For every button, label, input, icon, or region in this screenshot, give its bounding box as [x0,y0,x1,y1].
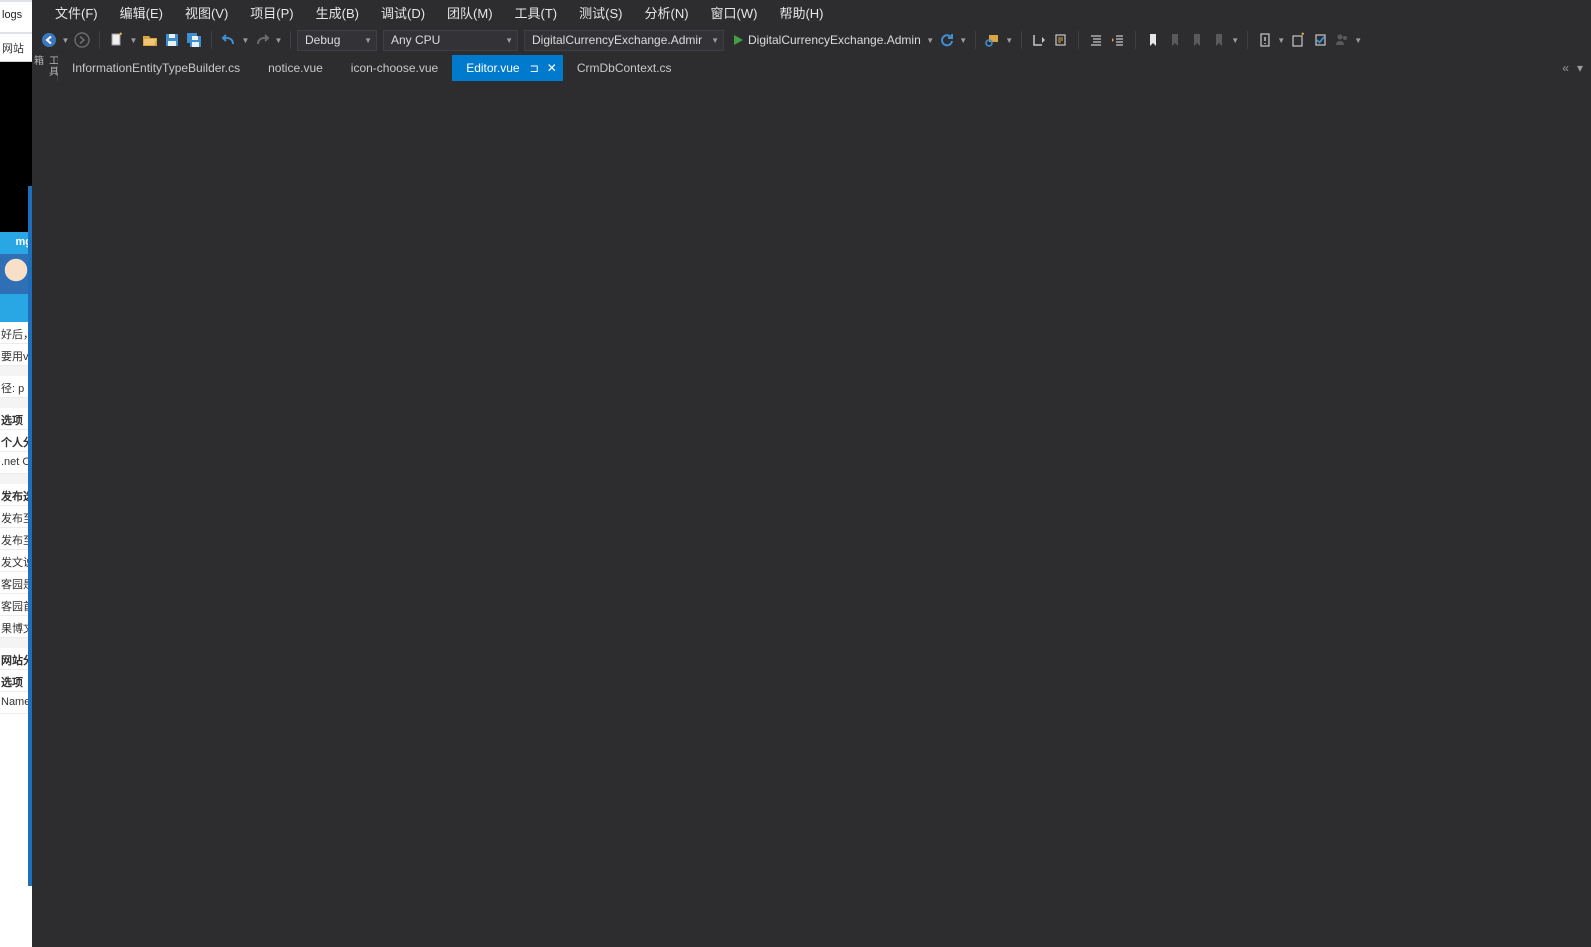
undo-icon[interactable] [218,29,240,51]
chevron-down-icon: ▼ [364,35,372,45]
toolbar-separator [290,31,291,49]
menu-project[interactable]: 项目(P) [239,1,304,24]
menu-tools[interactable]: 工具(T) [504,1,569,24]
startup-project-select[interactable]: DigitalCurrencyExchange.Admir ▼ [524,29,724,51]
toolbar-separator [1077,31,1079,49]
document-tabstrip: 工具箱 InformationEntityTypeBuilder.cs notic… [32,55,1591,81]
start-dropdown-icon[interactable]: ▼ [925,29,936,51]
error-list-dropdown-icon[interactable]: ▼ [1276,29,1287,51]
new-item-icon[interactable] [1287,29,1309,51]
attach-to-process-icon[interactable] [982,29,1004,51]
bookmarks-dropdown-icon[interactable]: ▼ [1230,29,1241,51]
toolbar-separator [1134,31,1136,49]
menu-file[interactable]: 文件(F) [44,1,109,24]
startup-project-value: DigitalCurrencyExchange.Admir [532,33,703,47]
document-tab-crmdbcontext-cs[interactable]: CrmDbContext.cs [562,55,686,81]
menu-build[interactable]: 生成(B) [305,1,370,24]
back-dropdown-icon[interactable]: ▼ [60,29,71,51]
save-all-icon[interactable] [183,29,205,51]
tab-label: icon-choose.vue [350,61,439,75]
toolbar-separator [1020,31,1022,49]
toolbar-separator [974,31,976,49]
background-browser-tab[interactable]: logs [0,2,32,32]
open-file-icon[interactable] [139,29,161,51]
menu-view[interactable]: 视图(V) [174,1,239,24]
attach-dropdown-icon[interactable]: ▼ [1004,29,1015,51]
undo-dropdown-icon[interactable]: ▼ [240,29,251,51]
chevron-down-icon: ▼ [505,35,513,45]
start-debugging-label: DigitalCurrencyExchange.Admin [748,33,921,47]
menu-bar: 文件(F) 编辑(E) 视图(V) 项目(P) 生成(B) 调试(D) 团队(M) 工具(T)… [32,0,1591,25]
refresh-icon[interactable] [936,29,958,51]
vs-shell: 文件(F) 编辑(E) 视图(V) 项目(P) 生成(B) 调试(D) 团队(M) 工具(T)… [32,0,1591,947]
menu-team[interactable]: 团队(M) [436,1,504,24]
previous-bookmark-icon [1164,29,1186,51]
tab-label: notice.vue [268,61,323,75]
toolbar-separator [1246,31,1248,49]
tab-label: CrmDbContext.cs [576,61,672,75]
play-icon [734,35,743,45]
solution-configuration-value: Debug [305,33,341,47]
bookmark-icon[interactable] [1142,29,1164,51]
tabstrip-controls: « ▾ [1554,55,1591,81]
background-browser-address[interactable]: 网站 [0,34,32,62]
navigate-forward-icon [71,29,93,51]
document-tab-informationentitytypebuilder-cs[interactable]: InformationEntityTypeBuilder.cs [58,55,255,81]
tab-label: InformationEntityTypeBuilder.cs [72,61,241,75]
step-into-icon[interactable] [1028,29,1050,51]
menu-help[interactable]: 帮助(H) [768,1,834,24]
background-browser-tabstrip: logs [0,0,32,34]
menu-analyze[interactable]: 分析(N) [633,1,699,24]
new-project-dropdown-icon[interactable]: ▼ [128,29,139,51]
tab-dropdown-icon[interactable]: ▾ [1577,61,1583,75]
toolbar-separator [99,31,100,49]
close-tab-icon[interactable]: ✕ [547,61,557,75]
outdent-icon[interactable] [1107,29,1129,51]
solution-configuration-select[interactable]: Debug ▼ [297,29,377,51]
clear-bookmarks-icon [1208,29,1230,51]
menu-test[interactable]: 测试(S) [568,1,633,24]
redo-dropdown-icon[interactable]: ▼ [273,29,284,51]
team-explorer-icon [1331,29,1353,51]
document-tab-icon-choose-vue[interactable]: icon-choose.vue [336,55,453,81]
redo-icon [251,29,273,51]
toolbox-vertical-tab[interactable]: 工具箱 [32,55,58,81]
menu-window[interactable]: 窗口(W) [700,1,769,24]
document-tab-notice-vue[interactable]: notice.vue [254,55,337,81]
tab-overflow-icon[interactable]: « [1562,61,1569,75]
next-bookmark-icon [1186,29,1208,51]
menu-edit[interactable]: 编辑(E) [109,1,174,24]
indent-icon[interactable] [1085,29,1107,51]
save-icon[interactable] [161,29,183,51]
background-browser-window[interactable]: logs 网站 mg 好后， 要用vu 径: p 选项 个人分 .net C 发布选 发布至发… [0,0,32,947]
visual-studio-window: logs 网站 mg 好后， 要用vu 径: p 选项 个人分 .net C 发布选 发布至发… [0,0,1591,947]
document-tab-editor-vue[interactable]: Editor.vue ⊐ ✕ [452,55,563,81]
refresh-dropdown-icon[interactable]: ▼ [958,29,969,51]
solution-platform-value: Any CPU [391,33,441,47]
chevron-down-icon: ▼ [711,35,719,45]
toolbar-separator [211,31,212,49]
check-item-icon[interactable] [1309,29,1331,51]
tab-label: Editor.vue [466,61,520,75]
menu-debug[interactable]: 调试(D) [370,1,436,24]
start-debugging-button[interactable]: DigitalCurrencyExchange.Admin [730,33,925,47]
comment-selection-icon[interactable] [1050,29,1072,51]
tab-list: InformationEntityTypeBuilder.cs notice.vu… [58,55,686,81]
solution-platform-select[interactable]: Any CPU ▼ [383,29,518,51]
toolbar-overflow-icon[interactable]: ▼ [1353,29,1364,51]
new-project-icon[interactable] [106,29,128,51]
pin-tab-icon[interactable]: ⊐ [530,62,539,75]
standard-toolbar: ▼ ▼ ▼ ▼ Debug ▼ Any CPU ▼ DigitalCurrenc… [32,25,1591,55]
error-list-icon[interactable] [1254,29,1276,51]
navigate-back-icon[interactable] [38,29,60,51]
